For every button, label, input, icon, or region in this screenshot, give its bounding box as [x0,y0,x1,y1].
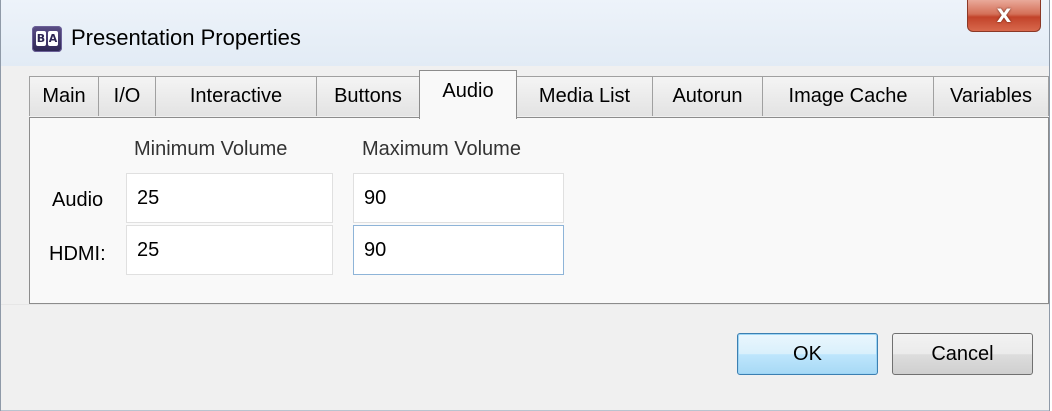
close-icon: X [996,4,1012,27]
tab-autorun-label: Autorun [672,85,743,107]
ok-button[interactable]: OK [737,333,878,375]
title-bar[interactable]: B A Presentation Properties [1,0,1049,66]
tab-io-label: I/O [113,85,141,107]
tab-buttons-label: Buttons [334,85,402,107]
tab-variables-label: Variables [950,85,1032,107]
audio-row-label: Audio [52,189,104,211]
hdmi-max-volume-input[interactable] [353,225,564,275]
app-logo-letter-a: A [48,31,58,46]
tab-media-list-label: Media List [538,85,631,107]
tab-interactive[interactable]: Interactive [155,76,317,116]
app-logo-icon: B A [32,26,62,52]
footer-divider [1,304,1049,305]
tab-main[interactable]: Main [29,76,99,116]
tab-variables[interactable]: Variables [933,76,1049,116]
window-title: Presentation Properties [71,25,301,50]
tab-autorun[interactable]: Autorun [652,76,763,116]
tab-main-label: Main [42,85,86,107]
tab-buttons[interactable]: Buttons [316,76,420,116]
cancel-button[interactable]: Cancel [892,333,1033,375]
close-button[interactable]: X [967,0,1041,32]
tab-image-cache-label: Image Cache [788,85,908,107]
hdmi-min-volume-input[interactable] [126,225,333,275]
tab-media-list[interactable]: Media List [516,76,653,116]
app-logo-letter-b: B [36,31,46,46]
ok-button-label: OK [793,342,822,365]
cancel-button-label: Cancel [931,342,994,365]
tab-image-cache[interactable]: Image Cache [762,76,934,116]
dialog-window: B A Presentation Properties X Main I/O I… [0,0,1050,411]
tab-strip: Main I/O Interactive Buttons Audio Media… [29,70,1049,119]
window-bottom-edge [1,404,1049,411]
minimum-volume-header: Minimum Volume [134,138,288,160]
audio-min-volume-input[interactable] [126,173,333,223]
tab-audio[interactable]: Audio [419,70,517,119]
maximum-volume-header: Maximum Volume [362,138,521,160]
tab-interactive-label: Interactive [189,85,283,107]
audio-max-volume-input[interactable] [353,173,564,223]
tab-audio-label: Audio [442,79,494,102]
hdmi-row-label: HDMI: [49,243,106,265]
tab-io[interactable]: I/O [98,76,156,116]
